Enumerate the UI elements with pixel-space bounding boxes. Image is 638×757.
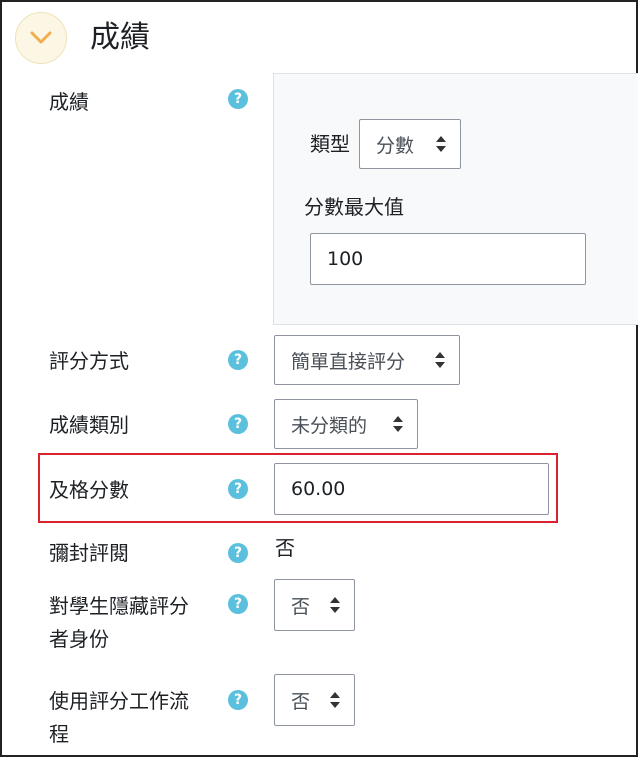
grading-method-label: 評分方式 bbox=[49, 349, 129, 373]
select-caret-icon bbox=[330, 692, 340, 708]
grade-type-select[interactable]: 分數 bbox=[359, 119, 461, 169]
question-circle-icon[interactable]: ? bbox=[228, 690, 248, 710]
grade-type-group: 類型 分數 分數最大值 bbox=[273, 73, 638, 325]
hide-grader-identity-value: 否 bbox=[291, 595, 311, 618]
question-circle-icon[interactable]: ? bbox=[228, 543, 248, 563]
question-circle-icon[interactable]: ? bbox=[228, 414, 248, 434]
select-caret-icon bbox=[393, 416, 403, 432]
question-circle-icon[interactable]: ? bbox=[228, 350, 248, 370]
select-caret-icon bbox=[435, 352, 445, 368]
question-circle-icon[interactable]: ? bbox=[228, 89, 248, 109]
pass-grade-label: 及格分數 bbox=[49, 478, 129, 502]
hide-grader-identity-label-line1: 對學生隱藏評分 bbox=[49, 594, 189, 618]
marking-workflow-select[interactable]: 否 bbox=[274, 674, 355, 726]
pass-grade-input[interactable] bbox=[274, 463, 549, 515]
question-circle-icon[interactable]: ? bbox=[228, 594, 248, 614]
grading-method-select[interactable]: 簡單直接評分 bbox=[274, 335, 460, 385]
grading-method-value: 簡單直接評分 bbox=[291, 350, 406, 373]
grade-type-value: 分數 bbox=[376, 134, 415, 157]
hide-grader-identity-select[interactable]: 否 bbox=[274, 579, 355, 631]
question-circle-icon[interactable]: ? bbox=[228, 479, 248, 499]
chevron-down-icon bbox=[30, 31, 52, 44]
max-grade-label: 分數最大值 bbox=[304, 195, 404, 219]
blind-marking-value: 否 bbox=[275, 536, 295, 560]
marking-workflow-label-line1: 使用評分工作流 bbox=[49, 689, 189, 713]
grade-category-label: 成績類別 bbox=[49, 413, 129, 437]
hide-grader-identity-label-line2: 者身份 bbox=[49, 627, 109, 651]
section-title: 成績 bbox=[90, 20, 150, 55]
blind-marking-label: 彌封評閱 bbox=[49, 541, 129, 565]
section-collapse-toggle[interactable] bbox=[15, 12, 67, 64]
marking-workflow-label-line2: 程 bbox=[49, 722, 69, 746]
max-grade-input[interactable] bbox=[310, 233, 586, 285]
grade-type-label: 類型 bbox=[310, 132, 350, 156]
grade-settings-panel: 成績 成績 ? 類型 分數 分數最大值 評分方式 ? 簡單直接評分 成績類別 ?… bbox=[0, 0, 638, 757]
grade-category-value: 未分類的 bbox=[291, 414, 368, 437]
select-caret-icon bbox=[330, 597, 340, 613]
marking-workflow-value: 否 bbox=[291, 690, 311, 713]
grade-label: 成績 bbox=[49, 90, 89, 114]
grade-category-select[interactable]: 未分類的 bbox=[274, 399, 418, 449]
select-caret-icon bbox=[436, 136, 446, 152]
